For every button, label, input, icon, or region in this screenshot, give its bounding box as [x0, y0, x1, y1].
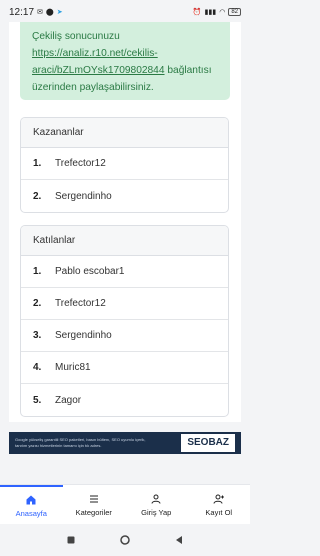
status-bar: 12:17 ✉ ⬤ ➤ ⏰ ▮▮▮ ◠ 82	[0, 0, 250, 24]
winners-title: Kazananlar	[21, 118, 228, 148]
bottom-nav: Anasayfa Kategoriler Giriş Yap Kayıt Ol	[0, 484, 250, 524]
nav-categories-label: Kategoriler	[75, 507, 112, 517]
nav-register-label: Kayıt Ol	[205, 507, 233, 517]
list-item: 3. Sergendinho	[21, 320, 228, 352]
alert-text-prefix: Çekiliş sonucunuzu	[32, 31, 120, 42]
main-content: Çekiliş sonucunuzu https://analiz.r10.ne…	[9, 22, 241, 422]
rank: 2.	[33, 298, 42, 309]
participant-name: Trefector12	[55, 298, 106, 309]
ad-logo: SEOBAZ	[181, 434, 235, 452]
wifi-icon: ◠	[219, 9, 226, 16]
winner-name: Trefector12	[55, 158, 106, 169]
recents-icon[interactable]	[65, 534, 77, 546]
telegram-icon: ➤	[56, 9, 63, 16]
rank: 1.	[33, 158, 42, 169]
list-item: 1. Pablo escobar1	[21, 256, 228, 288]
rank: 1.	[33, 266, 42, 277]
home-icon	[26, 495, 36, 504]
user-icon	[151, 494, 161, 504]
participants-title: Katılanlar	[21, 226, 228, 256]
battery-icon: 82	[228, 8, 241, 16]
menu-icon	[89, 495, 98, 502]
share-link[interactable]: https://analiz.r10.net/cekilis-araci/bZL…	[32, 48, 165, 76]
status-time: 12:17	[9, 6, 35, 18]
android-nav-bar	[0, 524, 250, 556]
nav-login-label: Giriş Yap	[141, 507, 172, 517]
participant-name: Muric81	[55, 362, 91, 373]
rank: 3.	[33, 330, 42, 341]
winners-card: Kazananlar 1. Trefector12 2. Sergendinho	[20, 117, 229, 213]
ad-banner[interactable]: Google yükseliş garantili SEO paketleri,…	[9, 432, 241, 454]
nav-register[interactable]: Kayıt Ol	[188, 485, 251, 524]
signal-icon: ▮▮▮	[204, 9, 217, 16]
nav-home-label: Anasayfa	[15, 508, 47, 518]
alarm-icon: ⏰	[192, 9, 202, 16]
participants-card: Katılanlar 1. Pablo escobar1 2. Trefecto…	[20, 225, 229, 417]
ad-text: Google yükseliş garantili SEO paketleri,…	[15, 437, 146, 448]
rank: 5.	[33, 394, 42, 406]
participant-name: Sergendinho	[55, 330, 112, 341]
notification-icon: ✉	[37, 9, 43, 16]
participant-name: Pablo escobar1	[55, 266, 125, 277]
back-icon[interactable]	[173, 534, 185, 546]
list-item: 5. Zagor	[21, 384, 228, 416]
participant-name: Zagor	[55, 394, 82, 406]
nav-home[interactable]: Anasayfa	[0, 485, 63, 524]
rank: 4.	[33, 362, 42, 373]
list-item: 2. Sergendinho	[21, 180, 228, 212]
list-item: 2. Trefector12	[21, 288, 228, 320]
nav-categories[interactable]: Kategoriler	[63, 485, 126, 524]
share-alert: Çekiliş sonucunuzu https://analiz.r10.ne…	[20, 22, 230, 100]
nav-login[interactable]: Giriş Yap	[125, 485, 188, 524]
notification-icon: ⬤	[45, 9, 54, 16]
rank: 2.	[33, 190, 42, 202]
winner-name: Sergendinho	[55, 190, 112, 202]
list-item: 1. Trefector12	[21, 148, 228, 180]
list-item: 4. Muric81	[21, 352, 228, 384]
home-button-icon[interactable]	[119, 534, 131, 546]
user-plus-icon	[213, 494, 224, 504]
